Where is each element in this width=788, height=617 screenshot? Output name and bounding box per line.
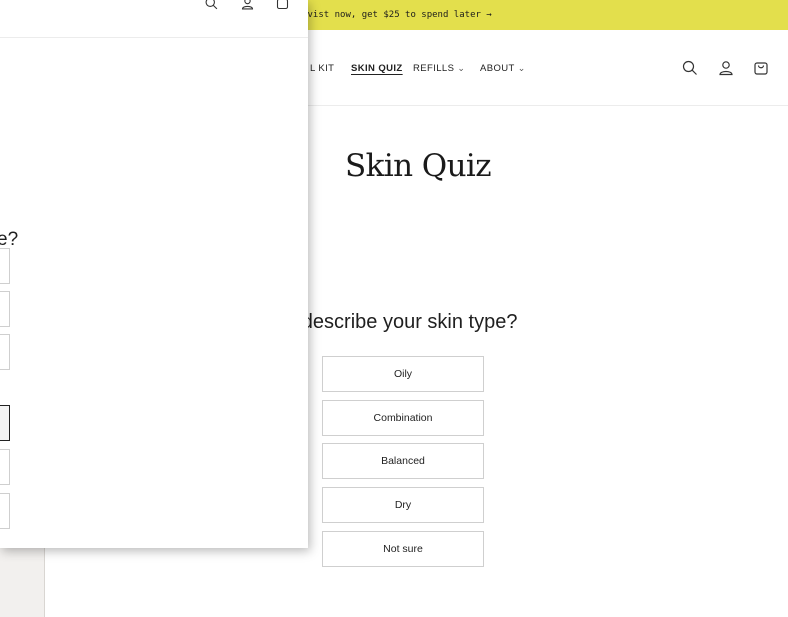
nav-item-kit[interactable]: L KIT: [310, 63, 334, 74]
nav-item-about[interactable]: ABOUT ⌄: [480, 63, 526, 74]
nav-item-label: L KIT: [310, 63, 335, 74]
option-oily[interactable]: Oily: [322, 356, 484, 392]
overlay-option[interactable]: [0, 334, 10, 370]
overlay-nav-fragment[interactable]: about: [0, 0, 23, 1]
nav-item-skin-quiz[interactable]: SKIN QUIZ: [351, 63, 403, 74]
overlay-option[interactable]: [0, 493, 10, 529]
overlay-header: about: [0, 0, 308, 38]
cart-icon[interactable]: [275, 0, 290, 11]
option-not-sure[interactable]: Not sure: [322, 531, 484, 567]
account-icon[interactable]: [240, 0, 255, 11]
option-combination[interactable]: Combination: [322, 400, 484, 436]
overlay-option[interactable]: [0, 449, 10, 485]
cart-icon[interactable]: [752, 59, 770, 77]
nav-item-label: REFILLS: [413, 63, 455, 74]
page-title: Skin Quiz: [345, 148, 492, 184]
overlay-option[interactable]: [0, 291, 10, 327]
chevron-down-icon: ⌄: [517, 63, 526, 73]
overlay-option[interactable]: [0, 248, 10, 284]
chevron-down-icon: ⌄: [457, 63, 466, 73]
overlay-browser-window[interactable]: about e?: [0, 0, 308, 548]
nav-item-label: ABOUT: [480, 63, 515, 74]
account-icon[interactable]: [717, 59, 735, 77]
nav-item-refills[interactable]: REFILLS ⌄: [413, 63, 465, 74]
option-dry[interactable]: Dry: [322, 487, 484, 523]
overlay-option-selected[interactable]: [0, 405, 10, 441]
search-icon[interactable]: [204, 0, 219, 11]
option-balanced[interactable]: Balanced: [322, 443, 484, 479]
nav-item-label: SKIN QUIZ: [351, 63, 403, 74]
search-icon[interactable]: [681, 59, 699, 77]
